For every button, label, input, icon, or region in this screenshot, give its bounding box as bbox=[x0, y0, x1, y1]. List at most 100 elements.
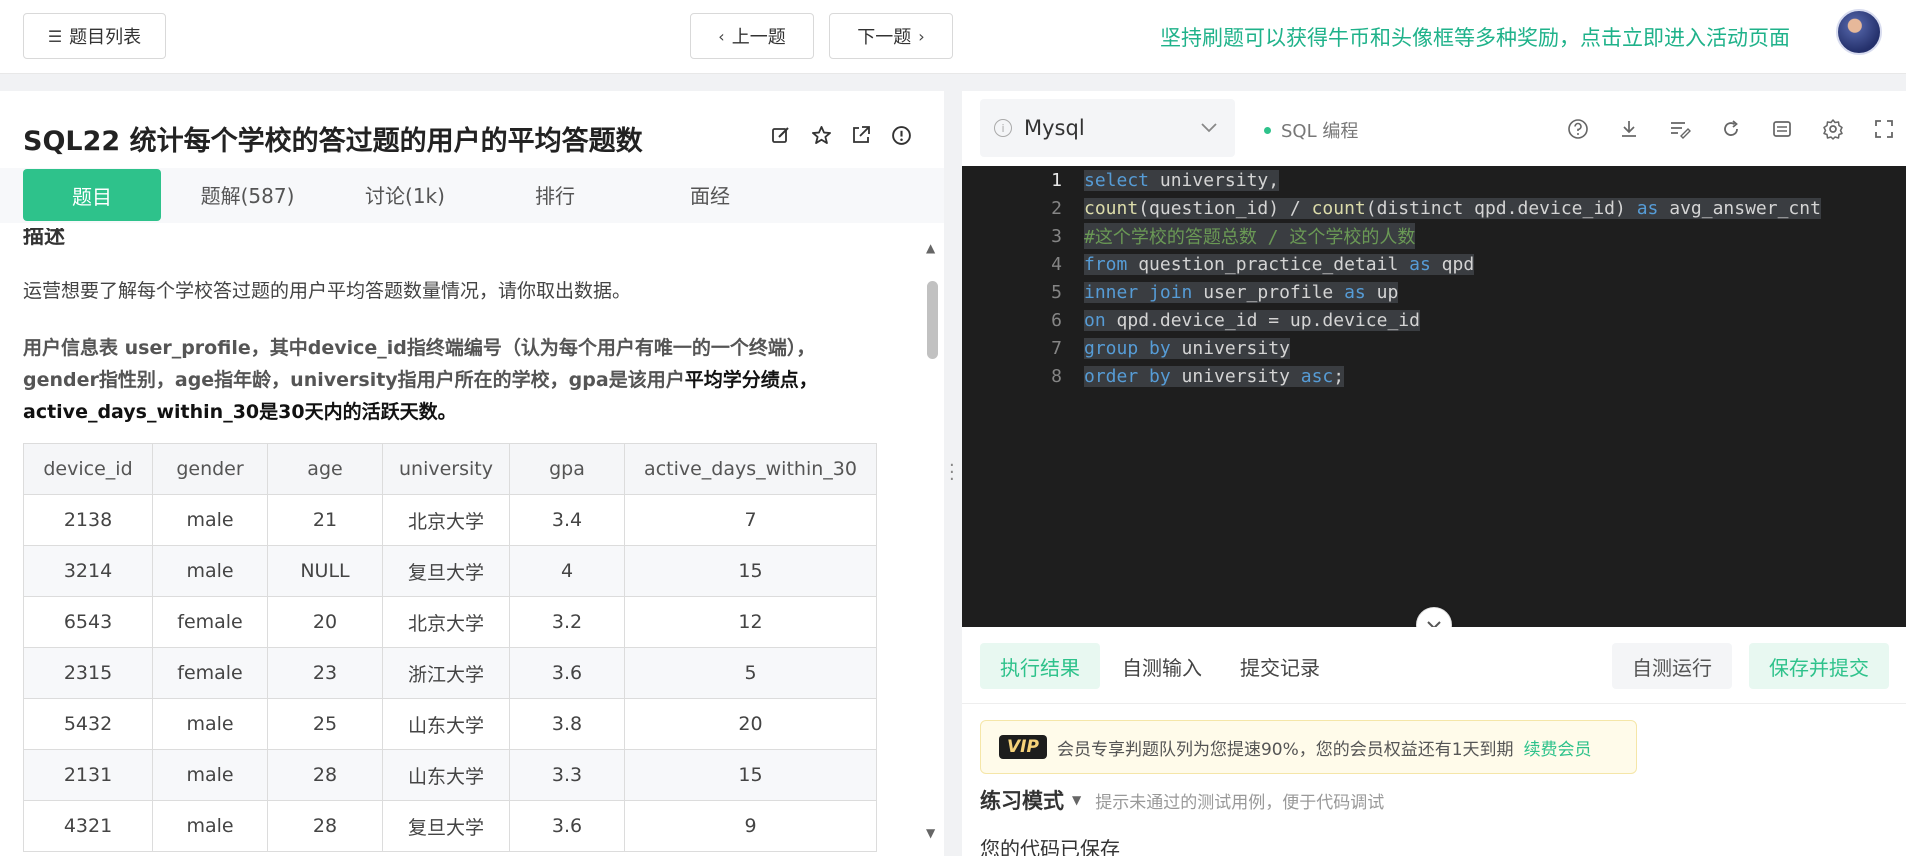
table-cell: 25 bbox=[267, 698, 383, 750]
line-number: 2 bbox=[1051, 197, 1062, 219]
scroll-up-arrow-icon[interactable]: ▲ bbox=[926, 241, 935, 255]
table-cell: female bbox=[152, 596, 268, 648]
table-cell: 2138 bbox=[23, 494, 153, 546]
report-icon[interactable] bbox=[890, 124, 912, 146]
reset-icon[interactable] bbox=[1705, 116, 1756, 142]
user-avatar[interactable] bbox=[1836, 9, 1882, 55]
promo-link[interactable]: 坚持刷题可以获得牛币和头像框等多种奖励，点击立即进入活动页面 bbox=[1160, 22, 1790, 52]
open-external-icon[interactable] bbox=[850, 124, 872, 146]
code-text: group by university bbox=[1084, 337, 1290, 359]
language-select[interactable]: i Mysql bbox=[980, 99, 1235, 157]
table-row: 4321 male 28 复旦大学 3.6 9 bbox=[23, 800, 877, 852]
line-number: 7 bbox=[1051, 337, 1062, 359]
tab-run-result[interactable]: 执行结果 bbox=[980, 643, 1100, 689]
table-row: 3214 male NULL 复旦大学 4 15 bbox=[23, 545, 877, 597]
result-tabs: 执行结果 自测输入 提交记录 自测运行 保存并提交 bbox=[962, 627, 1906, 704]
tab-self-test-input[interactable]: 自测输入 bbox=[1112, 643, 1212, 689]
content-scrollbar[interactable]: ▲ ▼ bbox=[926, 241, 940, 841]
scroll-thumb[interactable] bbox=[927, 281, 938, 359]
scroll-down-arrow-icon[interactable]: ▼ bbox=[926, 826, 935, 840]
settings-gear-icon[interactable] bbox=[1807, 116, 1858, 142]
editor-toolbar: i Mysql SQL 编程 bbox=[962, 91, 1906, 166]
table-cell: NULL bbox=[267, 545, 383, 597]
table-cell: 20 bbox=[267, 596, 383, 648]
fullscreen-icon[interactable] bbox=[1858, 116, 1906, 142]
table-header: gpa bbox=[509, 443, 625, 495]
table-cell: male bbox=[152, 545, 268, 597]
table-header: gender bbox=[152, 443, 268, 495]
list-icon: ☰ bbox=[47, 26, 63, 46]
editor-mode: SQL 编程 bbox=[1264, 117, 1358, 143]
chevron-down-icon bbox=[1201, 118, 1217, 137]
table-cell: 21 bbox=[267, 494, 383, 546]
tab-discussion[interactable]: 讨论(1k) bbox=[350, 168, 460, 220]
line-number: 1 bbox=[1051, 169, 1062, 191]
table-cell: 6543 bbox=[23, 596, 153, 648]
table-cell: 28 bbox=[267, 749, 383, 801]
table-cell: 5432 bbox=[23, 698, 153, 750]
saved-status: 您的代码已保存 bbox=[980, 837, 1120, 856]
next-question-button[interactable]: 下一题 › bbox=[829, 13, 953, 59]
status-dot bbox=[1264, 126, 1271, 134]
tab-submission-history[interactable]: 提交记录 bbox=[1230, 643, 1330, 689]
code-text: order by university asc; bbox=[1084, 365, 1345, 387]
line-number: 6 bbox=[1051, 309, 1062, 331]
practice-mode-select[interactable]: 练习模式 bbox=[980, 785, 1064, 815]
help-icon[interactable] bbox=[1552, 116, 1603, 142]
table-header: university bbox=[382, 443, 510, 495]
caret-down-icon[interactable]: ▼ bbox=[1072, 793, 1081, 807]
tab-ranking[interactable]: 排行 bbox=[515, 168, 595, 220]
prev-question-label: 上一题 bbox=[731, 27, 786, 48]
format-code-icon[interactable] bbox=[1654, 116, 1705, 142]
table-header: age bbox=[267, 443, 383, 495]
table-cell: 复旦大学 bbox=[382, 800, 510, 852]
self-test-run-button[interactable]: 自测运行 bbox=[1612, 643, 1732, 689]
prev-question-button[interactable]: ‹ 上一题 bbox=[690, 13, 814, 59]
code-line: 1 select university, bbox=[962, 166, 1906, 194]
table-cell: female bbox=[152, 647, 268, 699]
editor-mode-label: SQL 编程 bbox=[1281, 121, 1359, 142]
notes-icon[interactable] bbox=[1756, 116, 1807, 142]
table-cell: 9 bbox=[624, 800, 877, 852]
info-icon: i bbox=[994, 119, 1012, 137]
tab-question[interactable]: 题目 bbox=[23, 169, 161, 221]
table-cell: 7 bbox=[624, 494, 877, 546]
table-row: 2315 female 23 浙江大学 3.6 5 bbox=[23, 647, 877, 699]
table-cell: 4 bbox=[509, 545, 625, 597]
table-cell: 15 bbox=[624, 545, 877, 597]
question-content: 描述 运营想要了解每个学校答过题的用户平均答题数量情况，请你取出数据。 用户信息… bbox=[0, 228, 944, 856]
code-text: count(question_id) / count(distinct qpd.… bbox=[1084, 197, 1821, 219]
code-line: 2 count(question_id) / count(distinct qp… bbox=[962, 194, 1906, 222]
edit-icon[interactable] bbox=[770, 124, 792, 146]
renew-membership-link[interactable]: 续费会员 bbox=[1524, 735, 1592, 760]
table-row: 5432 male 25 山东大学 3.8 20 bbox=[23, 698, 877, 750]
table-cell: 3.2 bbox=[509, 596, 625, 648]
download-icon[interactable] bbox=[1603, 116, 1654, 142]
chevron-right-icon: › bbox=[918, 26, 925, 46]
table-cell: 3.6 bbox=[509, 800, 625, 852]
code-line: 5 inner join user_profile as up bbox=[962, 278, 1906, 306]
tab-interview[interactable]: 面经 bbox=[670, 168, 750, 220]
question-list-button[interactable]: ☰ 题目列表 bbox=[23, 13, 166, 59]
line-number: 5 bbox=[1051, 281, 1062, 303]
language-value: Mysql bbox=[1024, 116, 1085, 140]
code-line: 3 #这个学校的答题总数 / 这个学校的人数 bbox=[962, 222, 1906, 250]
panel-resize-handle[interactable]: · · · bbox=[949, 457, 955, 489]
vip-text: 会员专享判题队列为您提速90%，您的会员权益还有1天到期 bbox=[1056, 739, 1514, 760]
table-header: device_id bbox=[23, 443, 153, 495]
line-number: 8 bbox=[1051, 365, 1062, 387]
table-cell: 12 bbox=[624, 596, 877, 648]
code-line: 8 order by university asc; bbox=[962, 362, 1906, 390]
tab-solutions[interactable]: 题解(587) bbox=[190, 168, 305, 220]
table-cell: 15 bbox=[624, 749, 877, 801]
save-and-submit-button[interactable]: 保存并提交 bbox=[1749, 643, 1889, 689]
table-cell: 山东大学 bbox=[382, 698, 510, 750]
question-panel: SQL22 统计每个学校的答过题的用户的平均答题数 题目 题解(587) 讨论(… bbox=[0, 91, 944, 856]
table-cell: male bbox=[152, 800, 268, 852]
table-cell: 5 bbox=[624, 647, 877, 699]
description-text: 运营想要了解每个学校答过题的用户平均答题数量情况，请你取出数据。 bbox=[23, 280, 632, 302]
code-editor[interactable]: 1 select university, 2 count(question_id… bbox=[962, 166, 1906, 627]
star-icon[interactable] bbox=[810, 124, 832, 146]
vip-banner: VIP 会员专享判题队列为您提速90%，您的会员权益还有1天到期 续费会员 bbox=[980, 720, 1637, 774]
table-cell: 28 bbox=[267, 800, 383, 852]
